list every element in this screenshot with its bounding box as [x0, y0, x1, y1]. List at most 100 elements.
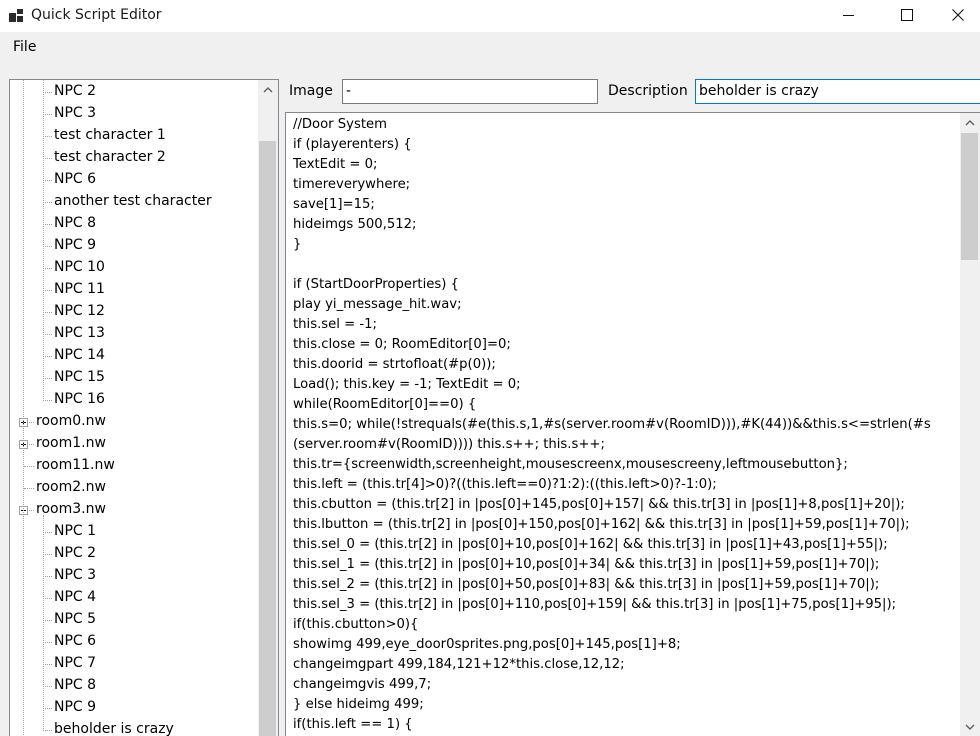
code-line: hideimgs 500,512;	[293, 217, 417, 232]
tree-item-npc[interactable]: NPC 11	[54, 279, 105, 299]
script-editor[interactable]: //Door System if (playerenters) {TextEdit…	[285, 112, 980, 736]
tree-item-npc[interactable]: NPC 9	[54, 235, 96, 255]
tree-connector	[43, 136, 52, 137]
code-line: (server.room#v(RoomID)))) this.s++; this…	[293, 437, 605, 452]
window-title: Quick Script Editor	[31, 7, 162, 23]
code-line: this.sel_2 = (this.tr[2] in |pos[0]+50,p…	[293, 577, 880, 592]
tree-connector	[43, 92, 52, 93]
tree-item-room[interactable]: room0.nw	[36, 411, 106, 431]
tree-item-npc[interactable]: NPC 2	[54, 81, 96, 101]
tree-guide	[43, 80, 44, 401]
tree-item-npc[interactable]: test character 1	[54, 125, 166, 145]
tree-connector	[43, 378, 52, 379]
close-icon	[952, 9, 964, 21]
code-line: save[1]=15;	[293, 197, 375, 212]
tree-item-npc[interactable]: NPC 1	[54, 521, 96, 541]
tree-item-npc[interactable]: NPC 6	[54, 631, 96, 651]
tree-item-npc[interactable]: another test character	[54, 191, 212, 211]
close-button[interactable]	[936, 0, 980, 32]
tree-item-npc[interactable]: NPC 10	[54, 257, 105, 277]
code-line: this.tr={screenwidth,screenheight,mouses…	[293, 457, 848, 472]
tree-item-npc[interactable]: NPC 5	[54, 609, 96, 629]
tree-item-npc[interactable]: NPC 2	[54, 543, 96, 563]
tree-connector	[43, 708, 52, 709]
code-line: showimg 499,eye_door0sprites.png,pos[0]+…	[293, 637, 681, 652]
code-line: } else hideimg 499;	[293, 697, 424, 712]
tree-connector	[43, 598, 52, 599]
tree-connector	[43, 642, 52, 643]
script-tree[interactable]: NPC 2 NPC 3 test character 1 test character…	[9, 79, 279, 736]
tree-item-npc[interactable]: NPC 14	[54, 345, 105, 365]
tree-item-npc[interactable]: NPC 16	[54, 389, 105, 409]
code-line: changeimgvis 499,7;	[293, 677, 432, 692]
tree-connector	[43, 576, 52, 577]
code-line: if(this.cbutton>0){	[293, 617, 419, 632]
tree-connector	[43, 686, 52, 687]
tree-connector	[43, 202, 52, 203]
code-line: play yi_message_hit.wav;	[293, 297, 462, 312]
editor-scroll-up-icon[interactable]	[960, 115, 980, 132]
code-line: timereverywhere;	[293, 177, 411, 192]
tree-connector	[24, 466, 34, 467]
editor-scroll-thumb[interactable]	[961, 133, 978, 260]
title-bar: Quick Script Editor	[0, 0, 980, 32]
minimize-icon	[843, 15, 854, 16]
tree-scrollbar[interactable]	[258, 80, 278, 736]
code-line: this.doorid = strtofloat(#p(0));	[293, 357, 496, 372]
tree-item-npc[interactable]: NPC 15	[54, 367, 105, 387]
tree-item-npc[interactable]: NPC 4	[54, 587, 96, 607]
tree-connector	[24, 488, 34, 489]
tree-connector	[43, 664, 52, 665]
menu-file[interactable]: File	[13, 39, 36, 55]
tree-item-room[interactable]: room1.nw	[36, 433, 106, 453]
tree-scroll-up-icon[interactable]	[258, 82, 278, 99]
tree-item-npc[interactable]: test character 2	[54, 147, 166, 167]
code-line: Load(); this.key = -1; TextEdit = 0;	[293, 377, 521, 392]
code-line: this.s=0; while(!strequals(#e(this.s,1,#…	[293, 417, 931, 432]
tree-guide	[43, 515, 44, 731]
tree-item-npc[interactable]: NPC 8	[54, 675, 96, 695]
tree-connector	[43, 554, 52, 555]
code-line: this.sel_1 = (this.tr[2] in |pos[0]+10,p…	[293, 557, 880, 572]
tree-guide	[23, 80, 24, 736]
menu-bar: File	[0, 34, 980, 62]
code-line: if (StartDoorProperties) {	[293, 277, 459, 292]
app-icon[interactable]	[8, 8, 24, 24]
code-line: if (playerenters) {	[293, 137, 412, 152]
code-line: this.sel_3 = (this.tr[2] in |pos[0]+110,…	[293, 597, 897, 612]
tree-connector	[43, 334, 52, 335]
tree-connector	[43, 268, 52, 269]
tree-connector	[43, 730, 52, 731]
editor-scroll-down-icon[interactable]	[960, 719, 980, 736]
image-input[interactable]: -	[342, 79, 598, 104]
code-line: }	[293, 237, 302, 252]
tree-connector	[43, 356, 52, 357]
tree-scroll-thumb[interactable]	[259, 141, 276, 736]
tree-connector	[43, 246, 52, 247]
code-line: this.close = 0; RoomEditor[0]=0;	[293, 337, 511, 352]
tree-item-npc[interactable]: NPC 3	[54, 565, 96, 585]
image-label: Image	[289, 83, 333, 99]
tree-item-npc[interactable]: NPC 9	[54, 697, 96, 717]
tree-item-npc[interactable]: NPC 13	[54, 323, 105, 343]
tree-connector	[43, 180, 52, 181]
minimize-button[interactable]	[826, 0, 872, 32]
tree-item-npc[interactable]: NPC 7	[54, 653, 96, 673]
tree-connector	[43, 114, 52, 115]
tree-item-npc[interactable]: NPC 12	[54, 301, 105, 321]
tree-connector	[43, 224, 52, 225]
tree-item-npc[interactable]: NPC 3	[54, 103, 96, 123]
tree-item-room[interactable]: room11.nw	[36, 455, 115, 475]
tree-item-room[interactable]: room2.nw	[36, 477, 106, 497]
tree-item-room[interactable]: room3.nw	[36, 499, 106, 519]
tree-item-npc[interactable]: NPC 6	[54, 169, 96, 189]
editor-scrollbar[interactable]	[960, 113, 980, 736]
code-line: TextEdit = 0;	[293, 157, 378, 172]
maximize-icon	[901, 9, 913, 21]
description-input[interactable]: beholder is crazy	[695, 79, 980, 104]
code-line: this.lbutton = (this.tr[2] in |pos[0]+15…	[293, 517, 910, 532]
tree-item-npc[interactable]: beholder is crazy	[54, 719, 174, 736]
tree-item-npc[interactable]: NPC 8	[54, 213, 96, 233]
tree-connector	[43, 158, 52, 159]
maximize-button[interactable]	[883, 0, 929, 32]
